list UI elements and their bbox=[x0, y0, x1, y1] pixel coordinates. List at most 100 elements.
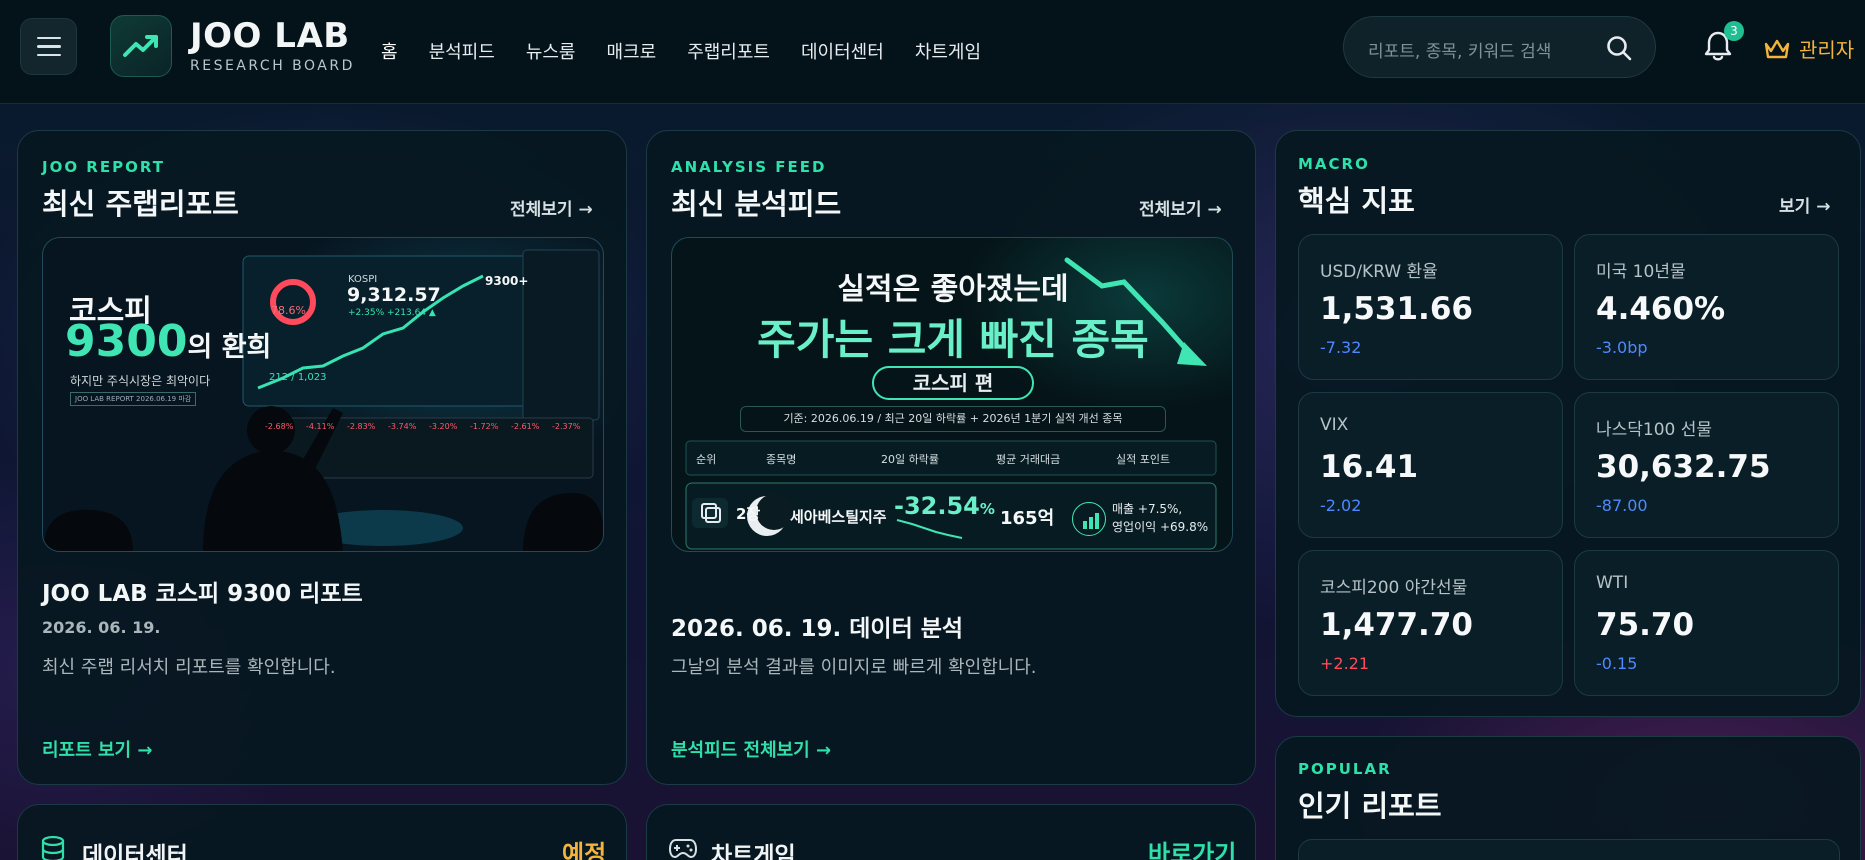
thumb-col: 실적 포인트 bbox=[1116, 453, 1171, 466]
hamburger-menu-button[interactable] bbox=[20, 18, 77, 75]
trending-up-logo-icon[interactable] bbox=[110, 15, 172, 77]
popular-card-title: 인기 리포트 bbox=[1298, 789, 1442, 823]
thumb-line1: 실적은 좋아졌는데 bbox=[837, 272, 1069, 307]
chart-game-go-link[interactable]: 바로가기 bbox=[1148, 834, 1236, 860]
metric-label: 코스피200 야간선물 bbox=[1320, 578, 1468, 598]
sector-tile: -2.37% bbox=[552, 422, 581, 431]
nav-joolab-report[interactable]: 주랩리포트 bbox=[687, 38, 770, 64]
notification-badge: 3 bbox=[1724, 21, 1744, 41]
gamepad-icon bbox=[668, 837, 698, 860]
metric-change: -7.32 bbox=[1320, 338, 1362, 357]
logo-subtitle: RESEARCH BOARD bbox=[190, 58, 355, 74]
macro-eyebrow: MACRO bbox=[1298, 155, 1370, 173]
metric-value: 75.70 bbox=[1596, 607, 1695, 643]
nav-home[interactable]: 홈 bbox=[381, 38, 398, 64]
report-card-title: 최신 주랩리포트 bbox=[42, 187, 239, 221]
popular-item[interactable] bbox=[1298, 839, 1840, 860]
thumb-drop: -32.54% bbox=[894, 492, 995, 520]
report-card: JOO REPORT 최신 주랩리포트 전체보기 → 코스피 9300의 환희 … bbox=[17, 130, 627, 785]
feed-thumbnail[interactable]: 실적은 좋아졌는데 주가는 크게 빠진 종목 코스피 편 기준: 2026.06… bbox=[671, 237, 1233, 552]
sector-tile: -2.61% bbox=[511, 422, 540, 431]
thumb-basis: 기준: 2026.06.19 / 최근 20일 하락률 + 2026년 1분기 … bbox=[740, 406, 1166, 432]
view-all-feed-link[interactable]: 분석피드 전체보기 → bbox=[671, 736, 831, 762]
feed-eyebrow: ANALYSIS FEED bbox=[671, 158, 827, 176]
metric-wti[interactable]: WTI 75.70 -0.15 bbox=[1574, 550, 1839, 696]
search-icon[interactable] bbox=[1605, 34, 1633, 66]
thumb-volume: 165억 bbox=[1000, 508, 1055, 529]
admin-button[interactable]: 관리자 bbox=[1763, 34, 1854, 63]
metric-value: 4.460% bbox=[1596, 291, 1726, 327]
metric-kospi200-night-futures[interactable]: 코스피200 야간선물 1,477.70 +2.21 bbox=[1298, 550, 1563, 696]
thumb-line2: 주가는 크게 빠진 종목 bbox=[757, 315, 1149, 364]
thumb-tag: JOO LAB REPORT 2026.06.19 마감 bbox=[70, 392, 197, 406]
thumb-index-value: 9,312.57 bbox=[347, 284, 441, 306]
search-placeholder: 리포트, 종목, 키워드 검색 bbox=[1368, 42, 1552, 62]
report-thumbnail[interactable]: 코스피 9300의 환희 하지만 주식시장은 최악이다 JOO LAB REPO… bbox=[42, 237, 604, 552]
chart-game-title: 차트게임 bbox=[711, 843, 796, 860]
thumb-headline-2: 9300 bbox=[65, 316, 188, 367]
macro-card-title: 핵심 지표 bbox=[1298, 184, 1415, 218]
metric-nasdaq100-futures[interactable]: 나스닥100 선물 30,632.75 -87.00 bbox=[1574, 392, 1839, 538]
feed-see-all-link[interactable]: 전체보기 → bbox=[1139, 195, 1222, 220]
metric-label: VIX bbox=[1320, 415, 1349, 435]
data-center-title: 데이터센터 bbox=[82, 843, 188, 860]
metric-us-10y[interactable]: 미국 10년물 4.460% -3.0bp bbox=[1574, 234, 1839, 380]
metric-label: 나스닥100 선물 bbox=[1596, 420, 1713, 440]
gallery-icon bbox=[692, 498, 728, 528]
metric-change: -2.02 bbox=[1320, 496, 1362, 515]
metric-value: 30,632.75 bbox=[1596, 449, 1771, 485]
metric-vix[interactable]: VIX 16.41 -2.02 bbox=[1298, 392, 1563, 538]
metric-value: 1,531.66 bbox=[1320, 291, 1473, 327]
macro-card: MACRO 핵심 지표 보기 → USD/KRW 환율 1,531.66 -7.… bbox=[1275, 130, 1861, 717]
thumb-point-2: 영업이익 +69.8% bbox=[1112, 520, 1209, 534]
popular-card: POPULAR 인기 리포트 bbox=[1275, 736, 1861, 860]
data-center-card[interactable]: 데이터센터 예정 bbox=[17, 804, 627, 860]
thumb-sector-tiles: -2.68% -4.11% -2.83% -3.74% -3.20% -1.72… bbox=[265, 422, 589, 431]
report-eyebrow: JOO REPORT bbox=[42, 158, 165, 176]
top-header: JOO LAB RESEARCH BOARD 홈 분석피드 뉴스룸 매크로 주랩… bbox=[0, 0, 1865, 104]
metric-label: 미국 10년물 bbox=[1596, 262, 1686, 282]
metric-value: 16.41 bbox=[1320, 449, 1419, 485]
chart-game-card[interactable]: 차트게임 바로가기 bbox=[646, 804, 1256, 860]
feed-card-title: 최신 분석피드 bbox=[671, 187, 842, 221]
thumb-point-1: 매출 +7.5%, bbox=[1112, 502, 1183, 516]
thumb-drop-unit: % bbox=[979, 500, 995, 518]
analysis-feed-card: ANALYSIS FEED 최신 분석피드 전체보기 → 실적은 좋아졌는데 주… bbox=[646, 130, 1256, 785]
metric-change: -3.0bp bbox=[1596, 338, 1648, 357]
menu-line bbox=[36, 36, 61, 40]
report-item-date: 2026. 06. 19. bbox=[42, 618, 161, 637]
thumb-headline-3: 의 환희 bbox=[187, 332, 272, 363]
report-item-desc: 최신 주랩 리서치 리포트를 확인합니다. bbox=[42, 657, 336, 678]
report-see-all-link[interactable]: 전체보기 → bbox=[510, 195, 593, 220]
thumb-sub: 하지만 주식시장은 최악이다 bbox=[70, 374, 211, 388]
report-item-title[interactable]: JOO LAB 코스피 9300 리포트 bbox=[42, 574, 363, 608]
metric-label: WTI bbox=[1596, 573, 1629, 593]
popular-eyebrow: POPULAR bbox=[1298, 760, 1392, 778]
database-icon bbox=[40, 835, 66, 860]
macro-see-all-link[interactable]: 보기 → bbox=[1779, 192, 1830, 217]
thumb-col: 20일 하락률 bbox=[881, 453, 939, 466]
feed-item-title[interactable]: 2026. 06. 19. 데이터 분석 bbox=[671, 609, 963, 643]
nav-macro[interactable]: 매크로 bbox=[607, 38, 657, 64]
sector-tile: -2.83% bbox=[347, 422, 376, 431]
metric-label: USD/KRW 환율 bbox=[1320, 262, 1438, 282]
metric-change: -87.00 bbox=[1596, 496, 1648, 515]
nav-analysis-feed[interactable]: 분석피드 bbox=[429, 38, 495, 64]
metric-change: -0.15 bbox=[1596, 654, 1638, 673]
sector-tile: -3.20% bbox=[429, 422, 458, 431]
search-input[interactable]: 리포트, 종목, 키워드 검색 bbox=[1343, 16, 1656, 78]
thumb-stock-name: 세아베스틸지주 bbox=[790, 508, 887, 526]
metric-usd-krw[interactable]: USD/KRW 환율 1,531.66 -7.32 bbox=[1298, 234, 1563, 380]
thumb-table-header: 순위 종목명 20일 하락률 평균 거래대금 실적 포인트 bbox=[696, 451, 1206, 467]
thumb-col: 종목명 bbox=[766, 453, 797, 466]
nav-chart-game[interactable]: 차트게임 bbox=[915, 38, 981, 64]
main-nav: 홈 분석피드 뉴스룸 매크로 주랩리포트 데이터센터 차트게임 bbox=[381, 38, 1012, 64]
thumb-ratio: 78.6% bbox=[271, 304, 306, 317]
view-report-link[interactable]: 리포트 보기 → bbox=[42, 736, 152, 762]
feed-item-desc: 그날의 분석 결과를 이미지로 빠르게 확인합니다. bbox=[671, 657, 1037, 678]
nav-newsroom[interactable]: 뉴스룸 bbox=[526, 38, 576, 64]
nav-data-center[interactable]: 데이터센터 bbox=[801, 38, 884, 64]
logo-title[interactable]: JOO LAB bbox=[190, 16, 350, 56]
thumb-drop-value: -32.54 bbox=[894, 492, 980, 520]
thumb-col: 순위 bbox=[696, 453, 717, 466]
